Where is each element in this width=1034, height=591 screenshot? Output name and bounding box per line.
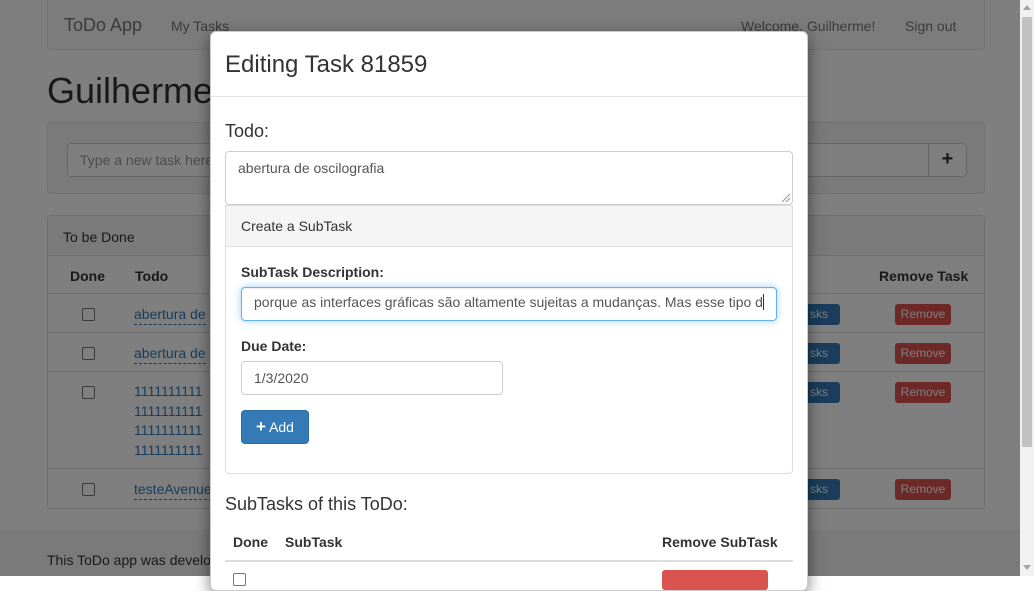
scrollbar-thumb[interactable] <box>1022 17 1032 447</box>
due-date-input[interactable]: 1/3/2020 <box>241 361 503 395</box>
todo-textarea-value: abertura de oscilografia <box>238 160 385 176</box>
due-date-label: Due Date: <box>241 338 307 354</box>
subtasks-header-divider <box>225 560 793 562</box>
subtask-description-input[interactable]: porque as interfaces gráficas são altame… <box>241 287 777 321</box>
remove-subtask-button[interactable] <box>662 570 768 590</box>
subtask-description-label: SubTask Description: <box>241 264 384 280</box>
due-date-value: 1/3/2020 <box>254 370 309 386</box>
subtask-col-subtask: SubTask <box>285 534 343 550</box>
subtask-col-remove: Remove SubTask <box>662 534 778 550</box>
todo-label: Todo: <box>225 121 270 141</box>
add-subtask-button[interactable]: + Add <box>241 410 309 444</box>
create-subtask-panel: Create a SubTask SubTask Description: po… <box>225 205 793 474</box>
resize-grip-icon[interactable] <box>782 194 790 202</box>
plus-icon: + <box>256 417 266 436</box>
subtasks-title: SubTasks of this ToDo: <box>225 494 408 514</box>
add-subtask-label: Add <box>269 419 294 435</box>
subtask-description-value: porque as interfaces gráficas são altame… <box>254 294 763 310</box>
subtask-done-checkbox[interactable] <box>233 573 246 586</box>
modal-title: Editing Task 81859 <box>225 51 428 78</box>
scroll-down-arrow-icon[interactable] <box>1023 565 1031 570</box>
text-cursor <box>762 294 764 310</box>
page-scrollbar[interactable] <box>1020 0 1034 576</box>
edit-task-modal: Editing Task 81859 Todo: abertura de osc… <box>210 31 808 591</box>
create-subtask-heading: Create a SubTask <box>226 206 792 247</box>
scroll-up-arrow-icon[interactable] <box>1023 5 1031 10</box>
subtask-col-done: Done <box>233 534 268 550</box>
todo-textarea[interactable]: abertura de oscilografia <box>225 151 793 205</box>
modal-header: Editing Task 81859 <box>211 32 807 97</box>
